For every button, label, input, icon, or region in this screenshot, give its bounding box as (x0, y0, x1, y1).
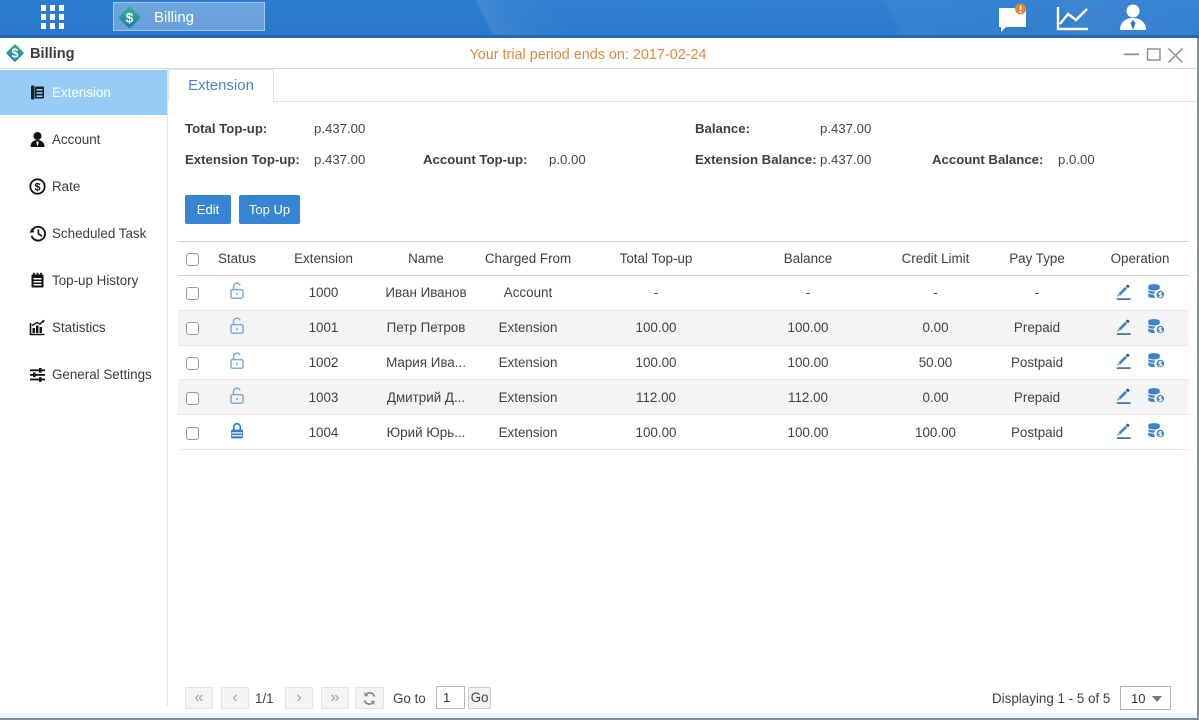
svg-text:$: $ (34, 182, 40, 194)
svg-text:$: $ (126, 10, 134, 26)
